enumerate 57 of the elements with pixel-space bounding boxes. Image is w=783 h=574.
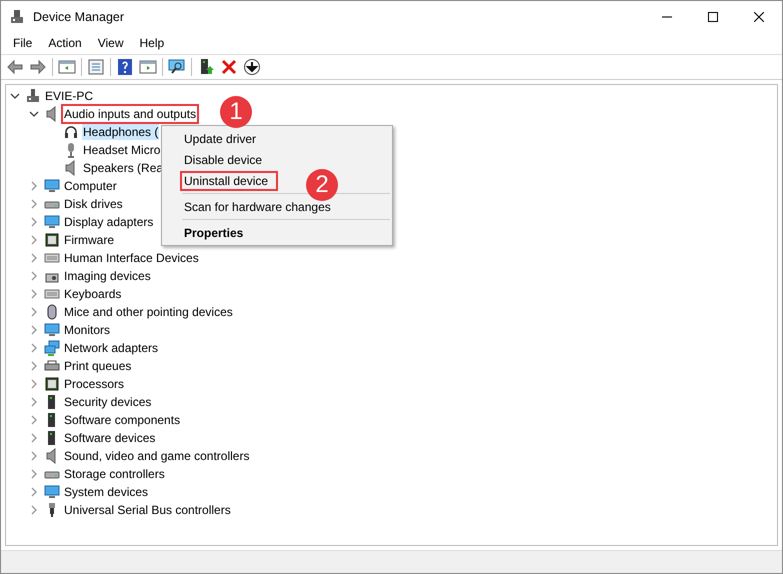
menu-item[interactable]: View — [90, 34, 132, 52]
tree-item[interactable]: Universal Serial Bus controllers — [63, 502, 232, 518]
step-number: 1 — [220, 96, 252, 128]
forward-icon[interactable] — [29, 58, 47, 76]
tree-item[interactable]: Human Interface Devices — [63, 250, 200, 266]
tree-item[interactable]: Sound, video and game controllers — [63, 448, 250, 464]
menu-item[interactable]: Uninstall device — [182, 172, 276, 188]
help-icon[interactable] — [116, 58, 134, 76]
tree-item[interactable]: System devices — [63, 484, 150, 500]
network-icon — [44, 340, 60, 356]
properties-icon[interactable] — [87, 58, 105, 76]
monitor-icon — [44, 178, 60, 194]
tree-item[interactable]: Audio inputs and outputs — [63, 106, 198, 122]
tree-item[interactable]: Mice and other pointing devices — [63, 304, 234, 320]
tree-item[interactable]: Disk drives — [63, 196, 124, 212]
menu-item[interactable]: File — [5, 34, 40, 52]
monitor-icon — [44, 214, 60, 230]
tree-item[interactable]: Software devices — [63, 430, 156, 446]
tree-item[interactable]: Headset Micro — [82, 142, 162, 158]
tree-item[interactable]: Imaging devices — [63, 268, 152, 284]
headphones-icon — [63, 124, 79, 140]
tree-item[interactable]: Network adapters — [63, 340, 160, 356]
menu-item[interactable]: Help — [132, 34, 172, 52]
close-icon — [754, 12, 764, 22]
chevron-icon[interactable] — [29, 109, 39, 119]
menu-item[interactable]: Properties — [182, 224, 252, 240]
window-title: Device Manager — [33, 10, 124, 24]
tree-item[interactable]: Display adapters — [63, 214, 154, 230]
tree-item[interactable]: Headphones ( — [82, 124, 160, 140]
tree-item[interactable]: Security devices — [63, 394, 152, 410]
computer-icon — [25, 88, 41, 104]
tree-item[interactable]: Monitors — [63, 322, 112, 338]
tree-item[interactable]: Software components — [63, 412, 182, 428]
chip-icon — [44, 232, 60, 248]
maximize-icon — [708, 12, 718, 22]
tree-item[interactable]: Firmware — [63, 232, 115, 248]
monitor-icon — [44, 322, 60, 338]
back-icon[interactable] — [6, 58, 24, 76]
tree-item[interactable]: Computer — [63, 178, 118, 194]
menu-item[interactable]: Action — [40, 34, 90, 52]
monitor-icon — [44, 484, 60, 500]
scan-icon[interactable] — [168, 58, 186, 76]
tree-item[interactable]: Keyboards — [63, 286, 122, 302]
menu-item[interactable]: Update driver — [182, 130, 264, 146]
tree-item[interactable]: EVIE-PC — [44, 88, 94, 104]
chip-icon — [44, 376, 60, 392]
pane-icon[interactable] — [139, 58, 157, 76]
tree-item[interactable]: Print queues — [63, 358, 132, 374]
menu-item[interactable]: Disable device — [182, 152, 270, 168]
tree-item[interactable]: Processors — [63, 376, 126, 392]
tree-item[interactable]: Storage controllers — [63, 466, 166, 482]
delete-icon[interactable] — [220, 58, 238, 76]
computer-icon — [9, 8, 25, 24]
pane-icon[interactable] — [58, 58, 76, 76]
menu-item[interactable]: Scan for hardware changes — [182, 198, 339, 214]
download-icon[interactable] — [243, 58, 261, 76]
chevron-icon[interactable] — [10, 91, 20, 101]
